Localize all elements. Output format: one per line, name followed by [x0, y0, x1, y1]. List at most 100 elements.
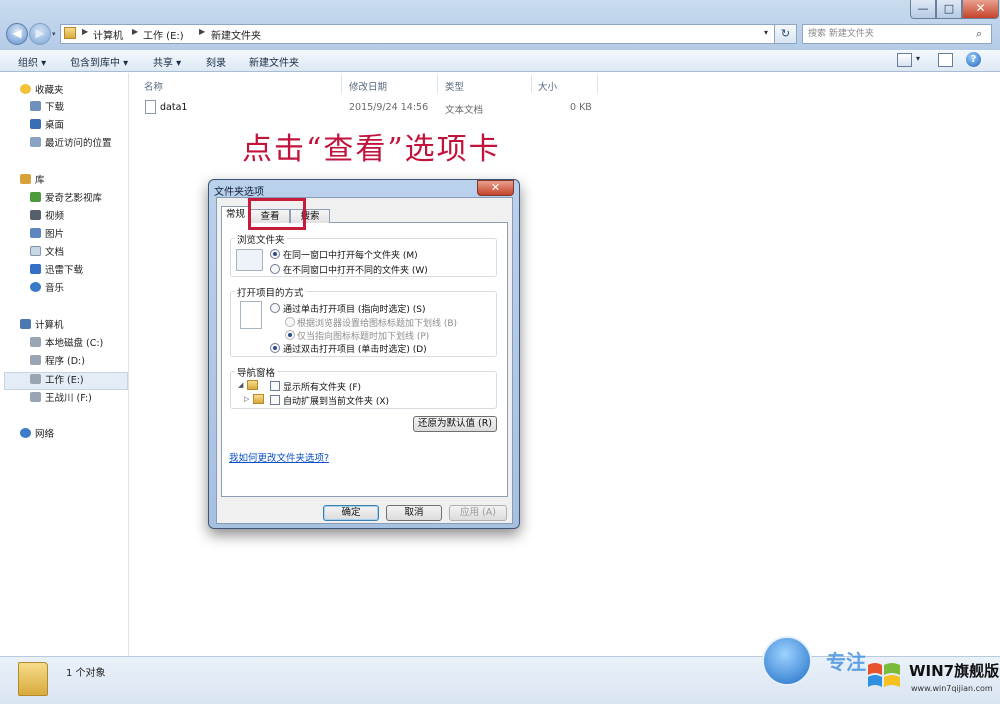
- nav-libraries[interactable]: 库: [20, 172, 128, 189]
- windows-flag-icon: [868, 663, 900, 687]
- checkbox-auto-expand[interactable]: [270, 395, 280, 405]
- help-link[interactable]: 我如何更改文件夹选项?: [229, 450, 329, 464]
- nav-drive-f[interactable]: 王战川 (F:): [30, 390, 138, 407]
- click-illustration: [240, 301, 262, 329]
- radio-single-click[interactable]: [270, 303, 280, 313]
- option-underline-point: 仅当指向图标标题时加下划线 (P): [297, 332, 430, 342]
- file-size: 0 KB: [570, 102, 592, 113]
- dialog-close-button[interactable]: ✕: [477, 180, 514, 196]
- nav-favorites[interactable]: 收藏夹: [20, 82, 128, 99]
- breadcrumb-drive-e[interactable]: 工作 (E:): [143, 27, 184, 42]
- preview-pane-icon[interactable]: [938, 53, 953, 67]
- column-header-modified[interactable]: 修改日期: [349, 79, 387, 93]
- network-icon: [20, 428, 31, 438]
- radio-underline-browser: [285, 317, 295, 327]
- restore-defaults-button[interactable]: 还原为默认值 (R): [413, 416, 497, 432]
- computer-icon: [20, 319, 31, 329]
- recent-pages-dropdown[interactable]: ▾: [52, 30, 56, 38]
- radio-underline-point: [285, 330, 295, 340]
- nav-label: 迅雷下载: [45, 265, 84, 276]
- breadcrumb-arrow-icon[interactable]: ▶: [132, 27, 138, 36]
- option-auto-expand[interactable]: 自动扩展到当前文件夹 (X): [283, 394, 389, 407]
- highlight-box: [248, 198, 306, 230]
- view-dropdown-icon[interactable]: ▾: [916, 54, 920, 63]
- drive-icon: [30, 374, 41, 384]
- radio-double-click[interactable]: [270, 343, 280, 353]
- column-header-name[interactable]: 名称: [144, 79, 163, 93]
- search-input[interactable]: 搜索 新建文件夹: [802, 24, 992, 44]
- instruction-caption: 点击“查看”选项卡: [242, 132, 501, 167]
- new-folder-button[interactable]: 新建文件夹: [249, 54, 299, 69]
- address-dropdown-icon[interactable]: ▾: [764, 28, 768, 37]
- nav-label: 桌面: [45, 120, 65, 131]
- column-divider[interactable]: [341, 75, 342, 93]
- nav-pictures[interactable]: 图片: [30, 226, 138, 243]
- search-icon[interactable]: ⌕: [976, 27, 982, 41]
- nav-label: 图片: [45, 229, 65, 240]
- file-type: 文本文档: [445, 105, 484, 116]
- checkbox-show-all-folders[interactable]: [270, 381, 280, 391]
- close-button[interactable]: ✕: [962, 0, 999, 19]
- nav-label: 工作 (E:): [45, 375, 84, 386]
- nav-computer[interactable]: 计算机: [20, 317, 128, 334]
- nav-network[interactable]: 网络: [20, 426, 128, 443]
- minimize-button[interactable]: —: [910, 0, 936, 19]
- column-header-size[interactable]: 大小: [538, 79, 557, 93]
- nav-videos[interactable]: 视频: [30, 208, 138, 225]
- folder-icon: [247, 380, 258, 390]
- back-button[interactable]: ◀: [6, 23, 28, 45]
- breadcrumb-new-folder[interactable]: 新建文件夹: [211, 27, 261, 42]
- breadcrumb-computer[interactable]: 计算机: [93, 27, 123, 42]
- folder-icon: [253, 394, 264, 404]
- nav-drive-c[interactable]: 本地磁盘 (C:): [30, 335, 138, 352]
- nav-drive-d[interactable]: 程序 (D:): [30, 353, 138, 370]
- cancel-button[interactable]: 取消: [386, 505, 442, 521]
- nav-recent-places[interactable]: 最近访问的位置: [30, 135, 138, 152]
- forward-button[interactable]: ▶: [29, 23, 51, 45]
- breadcrumb-arrow-icon[interactable]: ▶: [82, 27, 88, 36]
- refresh-button[interactable]: ↻: [775, 24, 797, 44]
- nav-documents[interactable]: 文档: [30, 244, 138, 261]
- nav-thunder-downloads[interactable]: 迅雷下载: [30, 262, 138, 279]
- nav-iqiyi-library[interactable]: 爱奇艺影视库: [30, 190, 138, 207]
- library-icon: [20, 174, 31, 184]
- radio-new-window[interactable]: [270, 264, 280, 274]
- nav-desktop[interactable]: 桌面: [30, 117, 138, 134]
- column-header-type[interactable]: 类型: [445, 79, 464, 93]
- star-icon: [20, 84, 31, 94]
- back-arrow-icon: ◀: [12, 26, 22, 40]
- file-name[interactable]: data1: [160, 102, 187, 113]
- option-new-window[interactable]: 在不同窗口中打开不同的文件夹 (W): [283, 263, 428, 276]
- ok-button[interactable]: 确定: [323, 505, 379, 521]
- apply-button: 应用 (A): [449, 505, 507, 521]
- nav-drive-e[interactable]: 工作 (E:): [30, 372, 138, 389]
- nav-label: 网络: [35, 429, 55, 440]
- option-double-click[interactable]: 通过双击打开项目 (单击时选定) (D): [283, 342, 427, 355]
- share-menu[interactable]: 共享 ▾: [153, 54, 181, 69]
- video-library-icon: [30, 192, 41, 202]
- radio-same-window[interactable]: [270, 249, 280, 259]
- view-options-icon[interactable]: [897, 53, 912, 67]
- organize-menu[interactable]: 组织 ▾: [18, 54, 46, 69]
- maximize-button[interactable]: □: [936, 0, 962, 19]
- include-in-library-menu[interactable]: 包含到库中 ▾: [70, 54, 128, 69]
- column-divider[interactable]: [437, 75, 438, 93]
- nav-label: 计算机: [35, 320, 64, 331]
- nav-downloads[interactable]: 下载: [30, 99, 138, 116]
- burn-button[interactable]: 刻录: [206, 54, 226, 69]
- nav-label: 本地磁盘 (C:): [45, 338, 104, 349]
- column-divider[interactable]: [597, 75, 598, 93]
- option-same-window[interactable]: 在同一窗口中打开每个文件夹 (M): [283, 248, 418, 261]
- help-icon[interactable]: ?: [966, 52, 981, 67]
- option-show-all-folders[interactable]: 显示所有文件夹 (F): [283, 380, 361, 393]
- documents-icon: [30, 246, 41, 256]
- option-single-click[interactable]: 通过单击打开项目 (指向时选定) (S): [283, 302, 425, 315]
- command-bar: [0, 50, 1000, 72]
- column-divider[interactable]: [531, 75, 532, 93]
- drive-icon: [30, 392, 41, 402]
- breadcrumb-arrow-icon[interactable]: ▶: [199, 27, 205, 36]
- nav-label: 音乐: [45, 283, 65, 294]
- browse-folders-illustration: [236, 249, 263, 271]
- nav-music[interactable]: 音乐: [30, 280, 138, 297]
- tab-general[interactable]: 常规: [221, 206, 250, 223]
